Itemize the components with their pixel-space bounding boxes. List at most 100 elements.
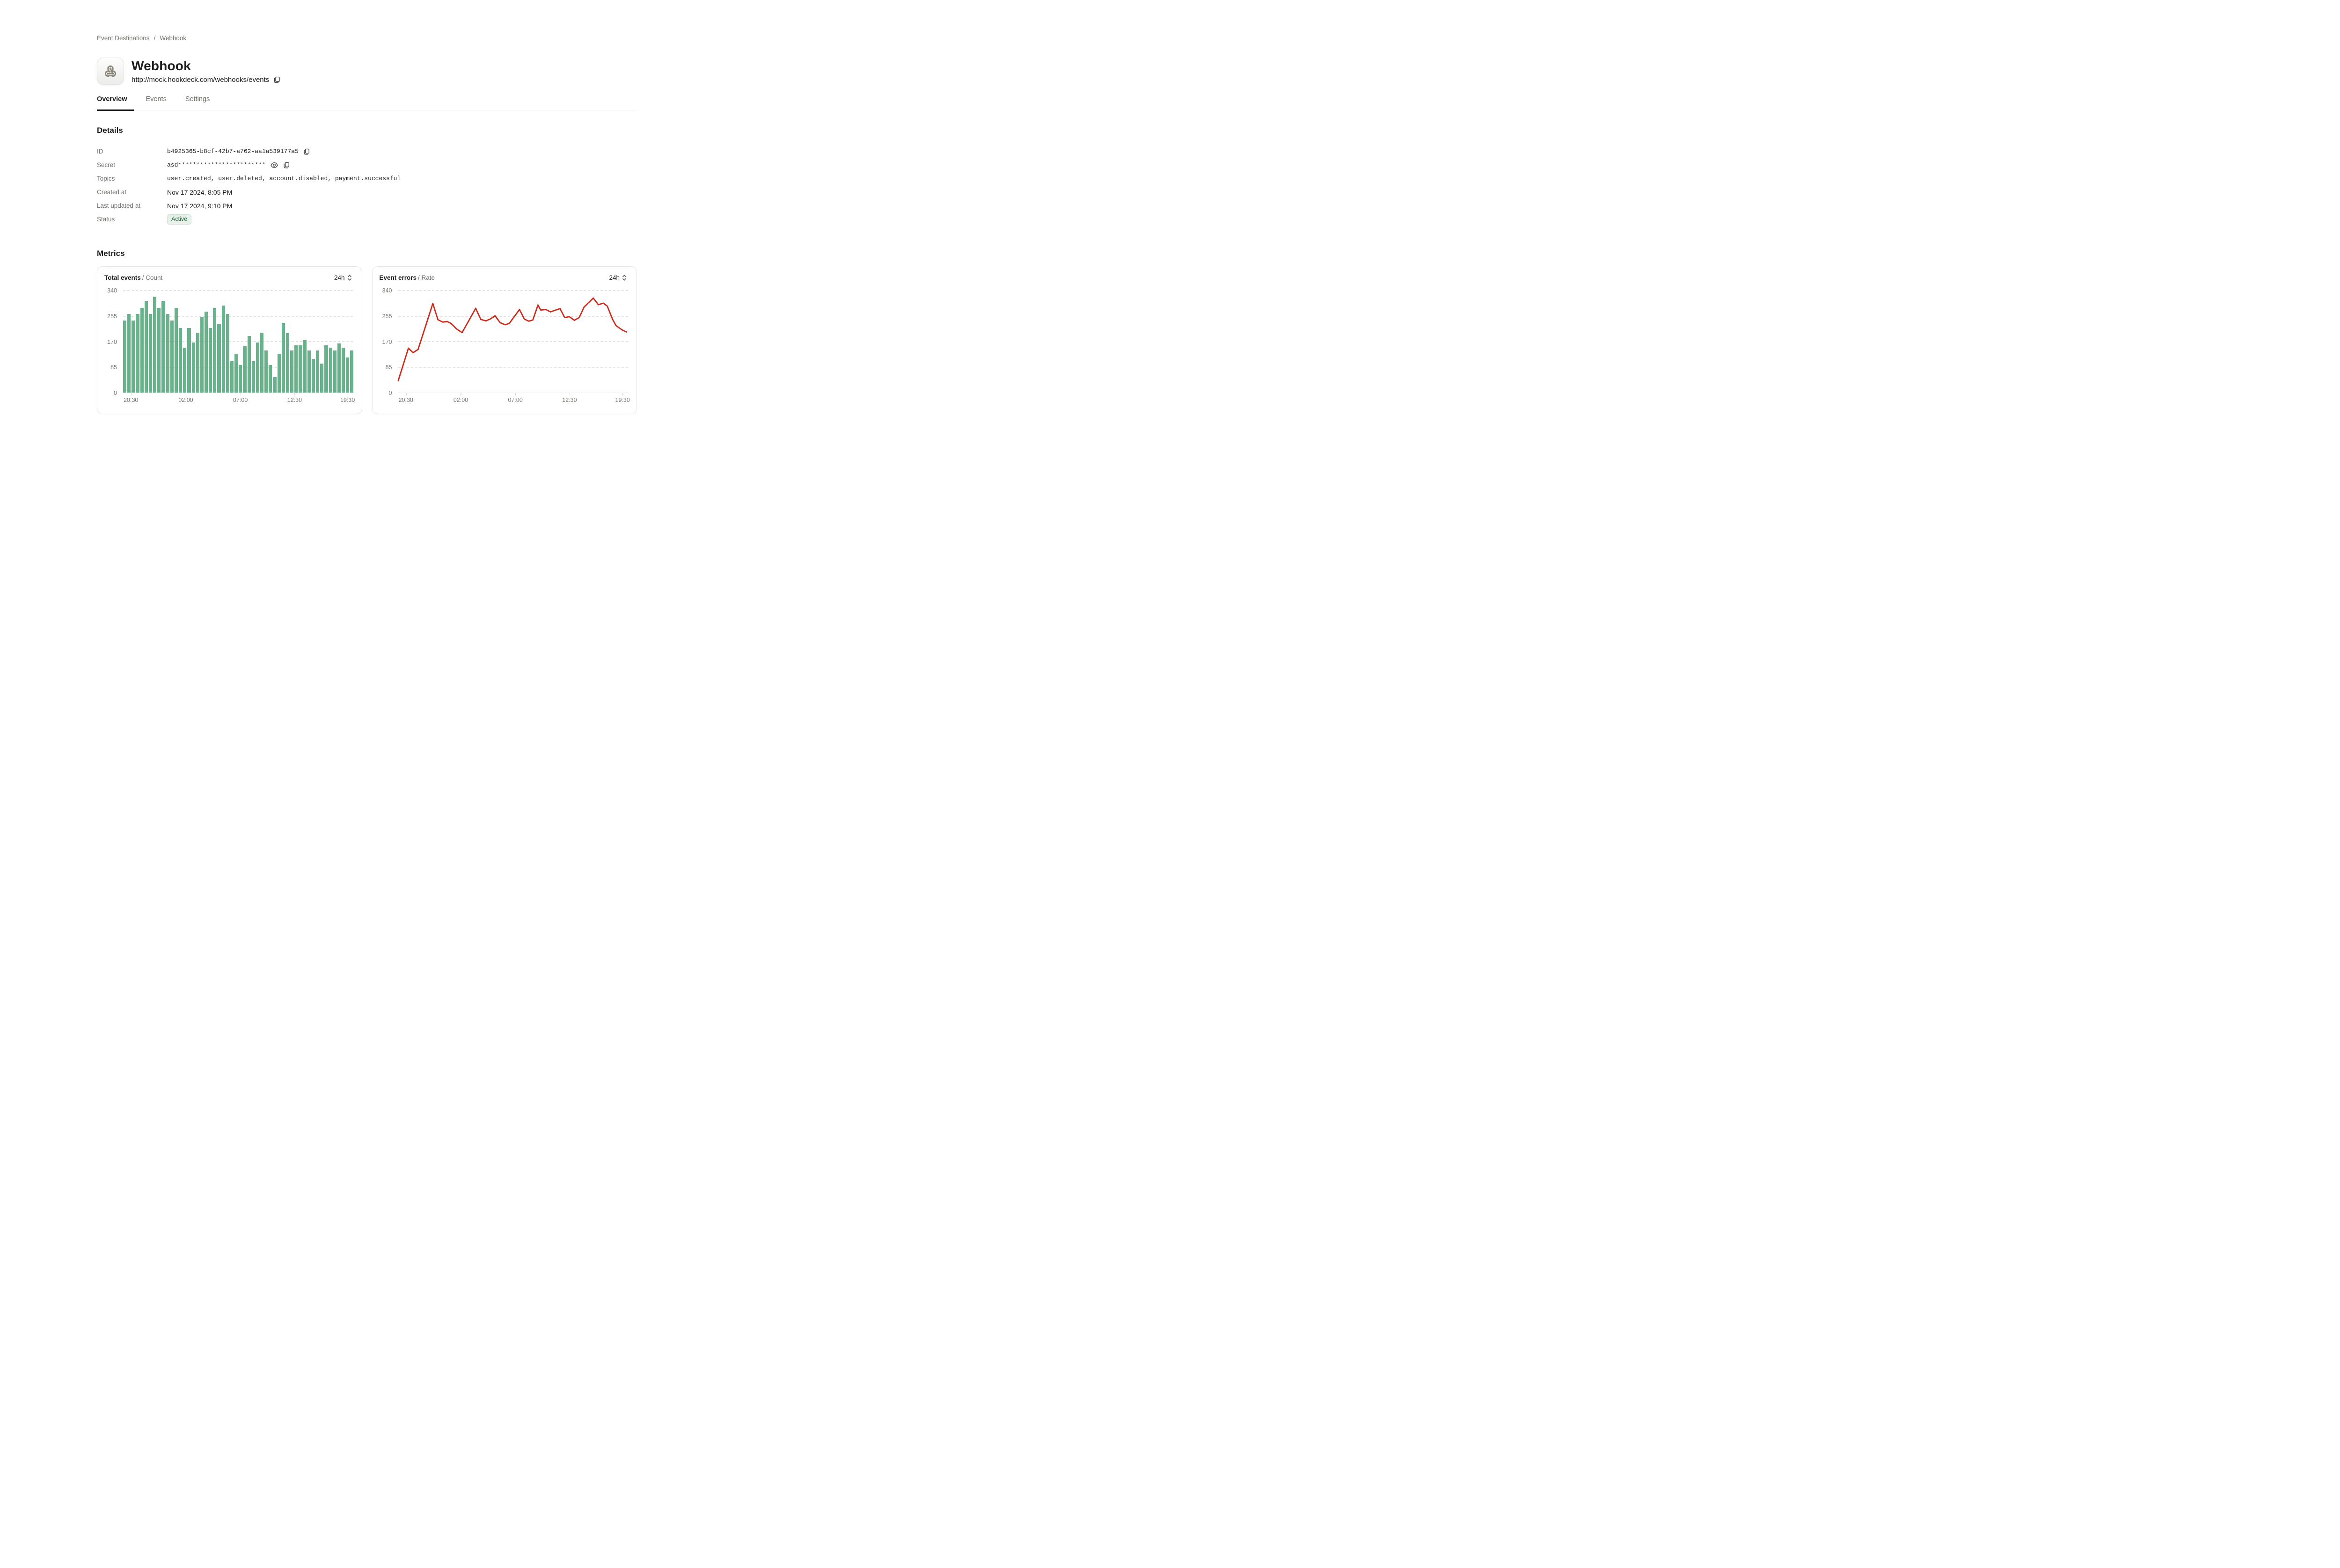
x-tick-label: 12:30 [287,397,302,403]
y-axis-labels: 340255170850 [380,291,392,393]
bar [316,350,319,393]
bar [209,328,212,393]
bar [329,348,332,393]
bar [132,321,135,393]
bar [200,317,204,393]
bar [192,343,195,393]
bar [350,350,353,393]
bar [273,377,276,393]
bar [307,350,311,393]
bar-series [123,291,354,393]
tab-events[interactable]: Events [146,95,173,110]
breadcrumb-event-destinations[interactable]: Event Destinations [97,35,150,42]
line-series [398,291,629,393]
webhook-icon [97,58,124,85]
chevron-up-down-icon [622,274,627,282]
tab-settings[interactable]: Settings [185,95,216,110]
chevron-up-down-icon [347,274,352,282]
bar [294,345,298,393]
detail-label: Last updated at [97,202,167,209]
detail-row-last-updated: Last updated at Nov 17 2024, 9:10 PM [97,199,637,212]
webhook-id-value: b4925365-b8cf-42b7-a762-aa1a539177a5 [167,148,299,155]
topics-value: user.created, user.deleted, account.disa… [167,175,401,182]
chart-title-total-events: Total events/ Count [104,274,162,281]
total-events-bar-chart: 340255170850 20:3002:0007:0012:3019:30 [104,291,354,405]
details-heading: Details [97,126,637,135]
detail-label: Topics [97,175,167,182]
bar [286,333,289,393]
detail-row-status: Status Active [97,212,637,226]
reveal-secret-button[interactable] [270,161,278,169]
bar [217,324,220,393]
copy-icon [303,148,310,155]
bar [222,306,225,393]
bar [346,357,349,393]
eye-icon [270,161,278,169]
x-tick-label: 20:30 [399,397,413,403]
bar [264,350,268,393]
bar [127,314,131,393]
bar [145,301,148,393]
tab-bar: Overview Events Settings [97,95,637,110]
detail-label: ID [97,148,167,155]
detail-label: Secret [97,161,167,168]
bar [157,308,161,393]
bar [342,348,345,393]
y-tick-label: 0 [114,390,117,396]
breadcrumb-webhook[interactable]: Webhook [160,35,186,42]
x-tick-label: 20:30 [124,397,138,403]
x-tick-label: 02:00 [453,397,468,403]
detail-label: Created at [97,189,167,196]
copy-url-button[interactable] [273,76,281,84]
created-at-value: Nov 17 2024, 8:05 PM [167,189,232,196]
bar [213,308,216,393]
bar [153,297,156,393]
event-errors-line-chart: 340255170850 20:3002:0007:0012:3019:30 [380,291,629,405]
y-tick-label: 255 [382,313,392,320]
bar [175,308,178,393]
bar [183,348,186,393]
bar [252,361,255,393]
bar [282,323,285,393]
webhook-detail-page: Event Destinations / Webhook Webhook htt… [97,0,637,414]
y-tick-label: 170 [107,339,117,345]
bar [161,301,165,393]
y-tick-label: 85 [110,364,117,371]
metric-cards: Total events/ Count 24h 340255170850 20:… [97,266,637,414]
bar [123,321,126,393]
x-tick-label: 19:30 [340,397,355,403]
bar [299,345,302,393]
time-range-select[interactable]: 24h [334,274,352,282]
x-tick-label: 07:00 [233,397,248,403]
breadcrumb: Event Destinations / Webhook [97,35,637,42]
bar [324,345,328,393]
bar [278,354,281,393]
y-tick-label: 340 [382,287,392,294]
y-tick-label: 85 [386,364,392,371]
bar [312,359,315,393]
bar [170,321,174,393]
chart-title-event-errors: Event errors/ Rate [380,274,435,281]
bar [226,314,229,393]
webhook-url: http://mock.hookdeck.com/webhooks/events [132,76,269,84]
metrics-heading: Metrics [97,249,637,258]
bar [248,336,251,393]
y-tick-label: 340 [107,287,117,294]
bar [140,308,144,393]
chart-plot [398,291,629,393]
bar [149,314,152,393]
copy-secret-button[interactable] [283,161,290,169]
bar [260,333,263,393]
bar [239,365,242,393]
detail-row-topics: Topics user.created, user.deleted, accou… [97,172,637,185]
bar [337,343,341,393]
bar [196,333,199,393]
detail-row-id: ID b4925365-b8cf-42b7-a762-aa1a539177a5 [97,145,637,158]
breadcrumb-separator: / [154,35,156,42]
time-range-select[interactable]: 24h [609,274,627,282]
copy-id-button[interactable] [303,148,310,155]
bar [256,343,259,393]
tab-overview[interactable]: Overview [97,95,134,110]
bar [243,346,246,393]
x-axis-labels: 20:3002:0007:0012:3019:30 [398,393,629,405]
